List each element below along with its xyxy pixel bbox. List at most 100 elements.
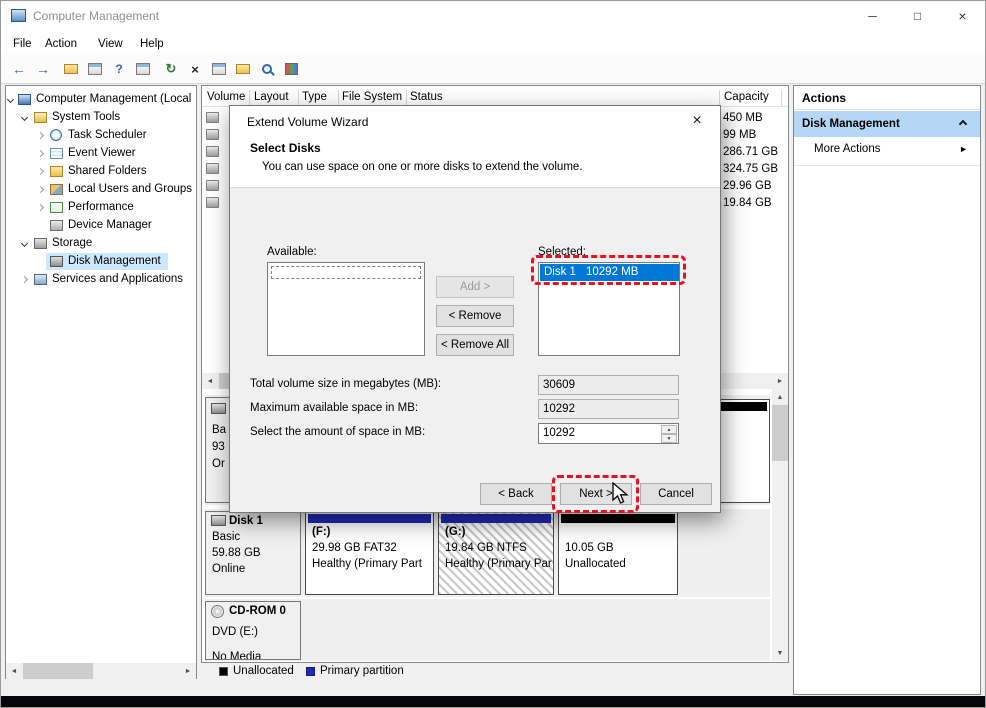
menu-file[interactable]: File xyxy=(13,38,32,50)
column-header-volume[interactable]: Volume xyxy=(207,91,245,103)
partition-g[interactable]: (G:) 19.84 GB NTFS Healthy (Primary Par xyxy=(438,511,554,595)
column-header-status[interactable]: Status xyxy=(410,91,443,103)
cdrom-name: CD-ROM 0 xyxy=(229,605,286,617)
column-header-capacity[interactable]: Capacity xyxy=(724,91,769,103)
forward-icon[interactable]: → xyxy=(33,60,53,78)
open-folder-icon[interactable] xyxy=(233,60,253,78)
expand-chevron-icon[interactable] xyxy=(20,239,29,248)
tree-item-event-viewer[interactable]: Event Viewer xyxy=(6,145,195,163)
tree-item-disk-management[interactable]: Disk Management xyxy=(6,253,195,271)
tree-item-local-users-and-groups[interactable]: Local Users and Groups xyxy=(6,181,195,199)
tree-item-shared-folders[interactable]: Shared Folders xyxy=(6,163,195,181)
selected-disk-item[interactable]: Disk 1 10292 MB xyxy=(540,264,679,281)
list-scroll-right-button[interactable]: ► xyxy=(772,373,788,389)
blocks-icon[interactable] xyxy=(281,60,301,78)
tree-item-computer-management[interactable]: Computer Management (Local xyxy=(6,91,195,109)
disk1-label-box[interactable]: Disk 1 Basic 59.88 GB Online xyxy=(205,511,301,595)
tree-item-system-tools[interactable]: System Tools xyxy=(6,109,195,127)
partition-f[interactable]: (F:) 29.98 GB FAT32 Healthy (Primary Par… xyxy=(305,511,434,595)
title-bar[interactable]: Computer Management ─ □ × xyxy=(1,1,985,31)
volume-row-icon[interactable] xyxy=(206,197,219,208)
menu-help[interactable]: Help xyxy=(140,38,164,50)
column-header-file-system[interactable]: File System xyxy=(342,91,402,103)
header-separator[interactable] xyxy=(406,90,407,106)
actions-item-more-actions[interactable]: More Actions ► xyxy=(794,137,980,163)
expand-chevron-icon[interactable] xyxy=(6,95,15,104)
menu-action[interactable]: Action xyxy=(45,38,77,50)
capacity-cell[interactable]: 450 MB xyxy=(723,112,763,124)
find-icon[interactable] xyxy=(257,60,277,78)
header-separator[interactable] xyxy=(338,90,339,106)
capacity-cell[interactable]: 99 MB xyxy=(723,129,756,141)
tree-item-services-and-applications[interactable]: Services and Applications xyxy=(6,271,195,289)
column-header-layout[interactable]: Layout xyxy=(254,91,289,103)
minimize-button[interactable]: ─ xyxy=(850,1,895,30)
volume-row-icon[interactable] xyxy=(206,146,219,157)
menu-view[interactable]: View xyxy=(98,38,123,50)
header-separator[interactable] xyxy=(298,90,299,106)
volume-row-icon[interactable] xyxy=(206,180,219,191)
expand-chevron-icon[interactable] xyxy=(20,113,29,122)
amount-spinbox[interactable]: 10292 ▲ ▼ xyxy=(538,423,679,444)
refresh-icon[interactable]: ↻ xyxy=(161,60,181,78)
back-button[interactable]: < Back xyxy=(480,483,552,505)
up-level-icon[interactable] xyxy=(61,60,81,78)
delete-icon[interactable]: × xyxy=(185,60,205,78)
header-separator[interactable] xyxy=(781,90,782,106)
collapse-chevron-icon[interactable] xyxy=(36,131,45,140)
maximize-button[interactable]: □ xyxy=(895,1,940,30)
tree-scro11-right-button[interactable]: ► xyxy=(180,663,196,679)
volume-row-icon[interactable] xyxy=(206,163,219,174)
dialog-close-button[interactable]: × xyxy=(677,107,717,135)
cancel-button[interactable]: Cancel xyxy=(640,483,712,505)
capacity-cell[interactable]: 286.71 GB xyxy=(723,146,778,158)
capacity-cell[interactable]: 324.75 GB xyxy=(723,163,778,175)
total-size-field[interactable]: 30609 xyxy=(538,375,679,395)
tree-item-performance[interactable]: Performance xyxy=(6,199,195,217)
unallocated-space[interactable]: 10.05 GB Unallocated xyxy=(558,511,678,595)
action-pane-icon[interactable] xyxy=(133,60,153,78)
collapse-up-icon[interactable] xyxy=(958,119,968,129)
remove-button[interactable]: < Remove xyxy=(436,305,514,327)
actions-item-disk-management[interactable]: Disk Management xyxy=(794,111,980,137)
graphical-scroll-up-button[interactable]: ▲ xyxy=(772,389,788,405)
tree-hscrollbar-thumb[interactable] xyxy=(23,663,93,679)
max-space-value: 10292 xyxy=(543,403,575,415)
collapse-chevron-icon[interactable] xyxy=(20,275,29,284)
add-button[interactable]: Add > xyxy=(436,276,514,298)
selected-listbox[interactable]: Disk 1 10292 MB xyxy=(538,262,680,356)
properties-icon[interactable] xyxy=(209,60,229,78)
spin-down-button[interactable]: ▼ xyxy=(661,434,677,443)
remove-all-button[interactable]: < Remove All xyxy=(436,334,514,356)
graphical-vscrollbar-thumb[interactable] xyxy=(772,405,788,461)
header-separator[interactable] xyxy=(719,90,720,106)
volume-row-icon[interactable] xyxy=(206,129,219,140)
max-space-field[interactable]: 10292 xyxy=(538,399,679,419)
back-icon[interactable]: ← xyxy=(9,60,29,78)
column-header-type[interactable]: Type xyxy=(302,91,327,103)
tree-item-label: Device Manager xyxy=(68,219,152,231)
capacity-cell[interactable]: 29.96 GB xyxy=(723,180,772,192)
collapse-chevron-icon[interactable] xyxy=(36,203,45,212)
tree-scroll-left-button[interactable]: ◄ xyxy=(6,663,22,679)
app-icon xyxy=(11,9,26,22)
tree-item-device-manager[interactable]: Device Manager xyxy=(6,217,195,235)
mouse-cursor xyxy=(612,482,629,504)
header-separator[interactable] xyxy=(249,90,250,106)
spin-up-button[interactable]: ▲ xyxy=(661,425,677,434)
collapse-chevron-icon[interactable] xyxy=(36,167,45,176)
help-icon[interactable]: ? xyxy=(109,60,129,78)
total-size-value: 30609 xyxy=(543,379,575,391)
collapse-chevron-icon[interactable] xyxy=(36,185,45,194)
close-button[interactable]: × xyxy=(940,1,985,30)
graphical-scroll-down-button[interactable]: ▼ xyxy=(772,645,788,661)
list-scroll-left-button[interactable]: ◄ xyxy=(202,373,218,389)
cdrom-label-box[interactable]: CD-ROM 0 DVD (E:) No Media xyxy=(205,601,301,660)
collapse-chevron-icon[interactable] xyxy=(36,149,45,158)
tree-item-task-scheduler[interactable]: Task Scheduler xyxy=(6,127,195,145)
capacity-cell[interactable]: 19.84 GB xyxy=(723,197,772,209)
console-tree-icon[interactable] xyxy=(85,60,105,78)
volume-row-icon[interactable] xyxy=(206,112,219,123)
available-listbox[interactable] xyxy=(267,262,425,356)
tree-item-storage[interactable]: Storage xyxy=(6,235,195,253)
